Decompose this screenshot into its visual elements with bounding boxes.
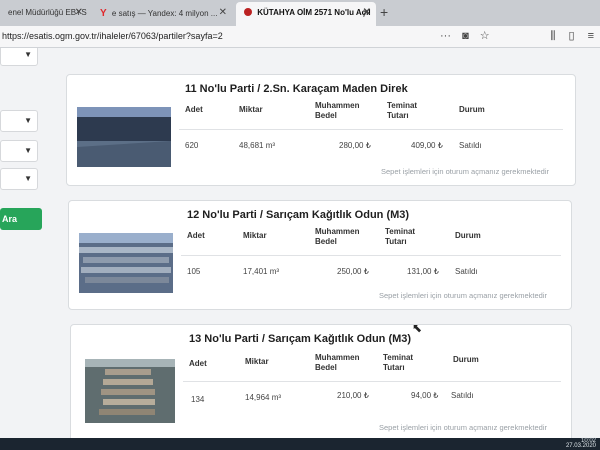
tab-bar: enel Müdürlüğü EBYS ✕ Y e satış — Yandex… (0, 0, 600, 26)
lot-title: 13 No'lu Parti / Sarıçam Kağıtlık Odun (… (189, 333, 412, 345)
lot-adet: 620 (185, 141, 199, 150)
lot-teminat: 409,00 ₺ (411, 141, 443, 150)
mouse-cursor-icon: ⬉ (412, 321, 423, 335)
lot-title: 11 No'lu Parti / 2.Sn. Karaçam Maden Dir… (185, 83, 408, 95)
login-note: Sepet işlemleri için oturum açmanız gere… (379, 291, 547, 300)
filter-select-1[interactable]: ▼ (0, 48, 38, 66)
yandex-icon: Y (100, 8, 107, 19)
col-durum-header: Durum (455, 231, 481, 240)
close-icon[interactable]: ✕ (363, 7, 371, 18)
lot-adet: 105 (187, 267, 201, 276)
new-tab-icon[interactable]: + (380, 4, 388, 20)
url-actions: ··· ◙ ☆ (440, 29, 498, 42)
col-miktar-header: Miktar (245, 357, 269, 366)
col-adet-header: Adet (189, 359, 207, 368)
login-note: Sepet işlemleri için oturum açmanız gere… (379, 423, 547, 432)
more-icon[interactable]: ··· (440, 30, 451, 42)
lot-photo (85, 359, 175, 423)
tab-label: KÜTAHYA OİM 2571 No'lu Açıl (257, 8, 371, 17)
lot-bedel: 250,00 ₺ (337, 267, 369, 276)
chevron-down-icon: ▼ (24, 146, 32, 155)
lot-miktar: 48,681 m³ (239, 141, 276, 150)
lot-bedel: 280,00 ₺ (339, 141, 371, 150)
col-durum-header: Durum (459, 105, 485, 114)
lot-adet: 134 (191, 395, 205, 404)
library-icon[interactable]: ⫼ (550, 30, 555, 42)
login-note: Sepet işlemleri için oturum açmanız gere… (381, 167, 549, 176)
col-miktar-header: Miktar (243, 231, 267, 240)
browser-window: enel Müdürlüğü EBYS ✕ Y e satış — Yandex… (0, 0, 600, 440)
lot-title: 12 No'lu Parti / Sarıçam Kağıtlık Odun (… (187, 209, 410, 221)
chevron-down-icon: ▼ (24, 50, 32, 59)
sidebar-icon[interactable]: ▯ (568, 30, 574, 42)
lot-teminat: 131,00 ₺ (407, 267, 439, 276)
close-icon[interactable]: ✕ (219, 7, 227, 18)
os-taskbar: 10:02 27.03.2020 (0, 438, 600, 450)
tab-kutahya[interactable]: KÜTAHYA OİM 2571 No'lu Açıl ✕ (236, 2, 376, 26)
page-content: ▼ ▼ ▼ ▼ Ara 11 No'lu Parti / 2.Sn. Karaç… (0, 48, 600, 440)
lot-card: 11 No'lu Parti / 2.Sn. Karaçam Maden Dir… (66, 74, 576, 186)
close-icon[interactable]: ✕ (75, 7, 83, 18)
col-miktar-header: Miktar (239, 105, 263, 114)
divider (181, 255, 561, 256)
tab-label: e satış — Yandex: 4 milyon ... (111, 9, 218, 18)
lot-durum: Satıldı (451, 391, 474, 400)
col-adet-header: Adet (187, 231, 205, 240)
col-durum-header: Durum (453, 355, 479, 364)
address-bar[interactable]: https://esatis.ogm.gov.tr/ihaleler/67063… (0, 26, 600, 48)
lot-bedel: 210,00 ₺ (337, 391, 369, 400)
col-adet-header: Adet (185, 105, 203, 114)
lot-miktar: 17,401 m³ (243, 267, 280, 276)
col-teminat-header: Teminat Tutarı (387, 101, 418, 120)
col-teminat-header: Teminat Tutarı (385, 227, 416, 246)
col-bedel-header: Muhammen Bedel (315, 101, 360, 120)
chevron-down-icon: ▼ (24, 174, 32, 183)
col-bedel-header: Muhammen Bedel (315, 353, 360, 372)
search-button[interactable]: Ara (0, 208, 42, 230)
chevron-down-icon: ▼ (24, 116, 32, 125)
lot-teminat: 94,00 ₺ (411, 391, 439, 400)
menu-icon[interactable]: ≡ (588, 30, 594, 42)
lot-card: 12 No'lu Parti / Sarıçam Kağıtlık Odun (… (68, 200, 572, 310)
toolbar-right: ⫼ ▯ ≡ (540, 29, 594, 43)
divider (183, 381, 561, 382)
system-clock[interactable]: 10:02 27.03.2020 (565, 438, 596, 449)
lot-photo (79, 233, 173, 293)
lot-card: 13 No'lu Parti / Sarıçam Kağıtlık Odun (… (70, 324, 572, 440)
bookmark-star-icon[interactable]: ☆ (480, 30, 490, 42)
lot-miktar: 14,964 m³ (245, 393, 282, 402)
pocket-icon[interactable]: ◙ (462, 30, 469, 42)
clock-date: 27.03.2020 (565, 443, 596, 449)
tab-ebys[interactable]: enel Müdürlüğü EBYS ✕ (0, 2, 88, 26)
col-bedel-header: Muhammen Bedel (315, 227, 360, 246)
filter-select-2[interactable]: ▼ (0, 110, 38, 132)
col-teminat-header: Teminat Tutarı (383, 353, 414, 372)
lot-durum: Satıldı (459, 141, 482, 150)
filter-select-4[interactable]: ▼ (0, 168, 38, 190)
lot-durum: Satıldı (455, 267, 478, 276)
url-text[interactable]: https://esatis.ogm.gov.tr/ihaleler/67063… (2, 31, 223, 41)
lot-photo (77, 107, 171, 167)
site-icon (244, 8, 252, 16)
filter-select-3[interactable]: ▼ (0, 140, 38, 162)
divider (179, 129, 563, 130)
tab-yandex[interactable]: Y e satış — Yandex: 4 milyon ... ✕ (92, 2, 232, 26)
